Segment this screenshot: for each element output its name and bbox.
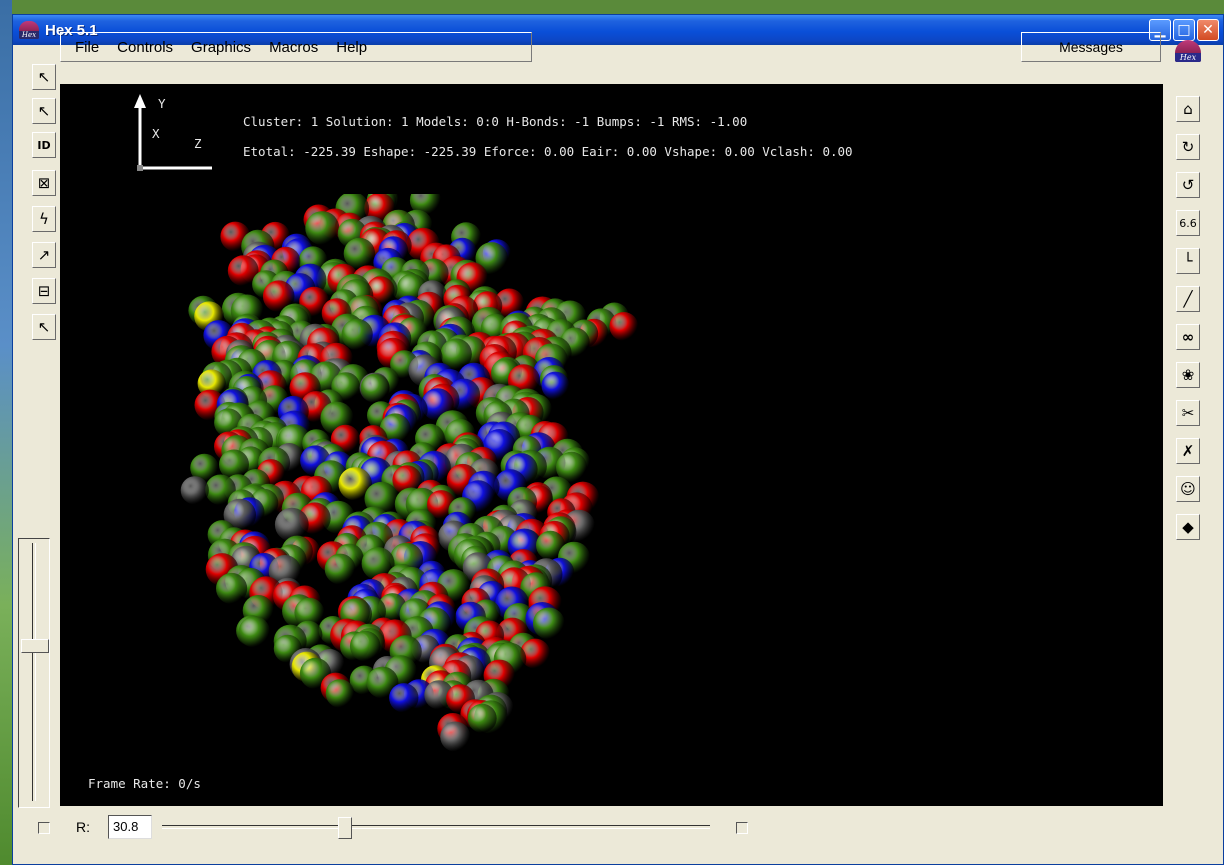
- atom: [440, 721, 471, 752]
- info-line-2: Etotal: -225.39 Eshape: -225.39 Eforce: …: [243, 144, 853, 159]
- blob-icon[interactable]: ❀: [1176, 362, 1200, 388]
- menu-file[interactable]: File: [69, 37, 105, 58]
- binoculars-icon[interactable]: ∞: [1176, 324, 1200, 350]
- lightning-icon[interactable]: ϟ: [32, 206, 56, 232]
- home-icon[interactable]: ⌂: [1176, 96, 1200, 122]
- rotate-b-icon[interactable]: ↺: [1176, 172, 1200, 198]
- pointer-arrow-icon[interactable]: ↖: [32, 98, 56, 124]
- molecule-viewport[interactable]: Y X Z Cluster: 1 Solution: 1 Models: 0:0…: [60, 84, 1163, 806]
- frame-rate-label: Frame Rate: 0/s: [88, 776, 201, 791]
- r-horizontal-slider[interactable]: [162, 817, 710, 839]
- vertical-slider-thumb[interactable]: [21, 639, 49, 653]
- atom: [274, 507, 309, 542]
- tool-b-icon[interactable]: ✗: [1176, 438, 1200, 464]
- menu-macros[interactable]: Macros: [263, 37, 324, 58]
- select-arrow-icon[interactable]: ↖: [32, 64, 56, 90]
- axis-corner-icon[interactable]: └: [1176, 248, 1200, 274]
- hammer-icon[interactable]: ↖: [32, 314, 56, 340]
- atom: [238, 616, 270, 648]
- tool-a-icon[interactable]: ✂: [1176, 400, 1200, 426]
- atom: [216, 572, 248, 605]
- scale-button[interactable]: 6.6: [1176, 210, 1200, 236]
- zoom-vertical-slider[interactable]: [18, 538, 50, 808]
- axis-z-label: Z: [194, 136, 202, 151]
- info-line-1: Cluster: 1 Solution: 1 Models: 0:0 H-Bon…: [243, 114, 748, 129]
- left-checkbox[interactable]: [38, 822, 50, 834]
- atom: [389, 683, 419, 713]
- atom: [341, 318, 373, 350]
- atom: [532, 607, 565, 640]
- atom: [343, 237, 376, 270]
- id-label-button[interactable]: ID: [32, 132, 56, 158]
- atom: [467, 703, 497, 733]
- atom: [349, 630, 381, 662]
- desktop-background: [0, 0, 12, 865]
- atom: [180, 476, 209, 505]
- maximize-button[interactable]: □: [1173, 19, 1195, 41]
- menu-graphics[interactable]: Graphics: [185, 37, 257, 58]
- hex-logo-icon: Hex: [1175, 40, 1201, 62]
- atom: [324, 553, 356, 585]
- atom: [360, 373, 390, 403]
- menu-bar: File Controls Graphics Macros Help: [60, 32, 532, 62]
- box-shapes-icon[interactable]: ⊟: [32, 278, 56, 304]
- atom: [305, 211, 340, 246]
- axis-y-label: Y: [158, 96, 166, 111]
- atom: [541, 371, 570, 400]
- axis-x-label: X: [152, 126, 160, 141]
- messages-button[interactable]: Messages: [1021, 32, 1161, 62]
- atom: [325, 679, 355, 708]
- close-button[interactable]: ✕: [1197, 19, 1219, 41]
- r-value-field[interactable]: 30.8: [108, 815, 152, 839]
- diagonal-line-icon[interactable]: ╱: [1176, 286, 1200, 312]
- menu-help[interactable]: Help: [330, 37, 373, 58]
- horizontal-slider-thumb[interactable]: [338, 817, 352, 839]
- crossed-box-icon[interactable]: ⊠: [32, 170, 56, 196]
- sparkle-arrow-icon[interactable]: ↗: [32, 242, 56, 268]
- person-icon[interactable]: ☺: [1176, 476, 1200, 502]
- menu-controls[interactable]: Controls: [111, 37, 179, 58]
- atom: [609, 312, 639, 341]
- rotate-a-icon[interactable]: ↻: [1176, 134, 1200, 160]
- diamond-arrow-icon[interactable]: ◆: [1176, 514, 1200, 540]
- axes-indicator: [134, 94, 212, 171]
- protein-molecule: [180, 194, 639, 752]
- r-label: R:: [76, 819, 90, 835]
- right-checkbox[interactable]: [736, 822, 748, 834]
- hex-app-icon: Hex: [19, 21, 39, 39]
